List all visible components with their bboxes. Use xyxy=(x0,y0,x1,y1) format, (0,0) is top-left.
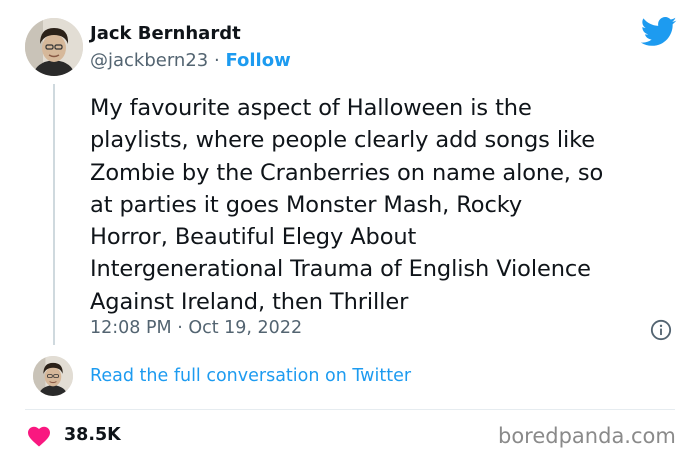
author-avatar[interactable] xyxy=(25,18,83,76)
author-handle[interactable]: @jackbern23 xyxy=(90,50,208,71)
info-icon[interactable] xyxy=(650,319,672,341)
divider xyxy=(25,409,675,410)
tweet-timestamp[interactable]: 12:08 PM · Oct 19, 2022 xyxy=(90,318,302,338)
conversation-avatar[interactable] xyxy=(33,356,73,396)
avatar-photo xyxy=(25,18,83,76)
author-handle-line: @jackbern23 · Follow xyxy=(90,50,291,71)
tweet-text: My favourite aspect of Halloween is the … xyxy=(90,95,604,315)
author-name[interactable]: Jack Bernhardt xyxy=(90,23,241,44)
follow-button[interactable]: Follow xyxy=(225,50,290,71)
thread-line xyxy=(53,84,55,345)
twitter-bird-icon[interactable] xyxy=(641,17,677,47)
like-count[interactable]: 38.5K xyxy=(64,425,121,445)
watermark: boredpanda.com xyxy=(498,424,676,448)
handle-separator: · xyxy=(213,50,220,71)
avatar-photo-small xyxy=(33,356,73,396)
heart-icon[interactable] xyxy=(27,425,51,447)
read-conversation-link[interactable]: Read the full conversation on Twitter xyxy=(90,366,411,386)
